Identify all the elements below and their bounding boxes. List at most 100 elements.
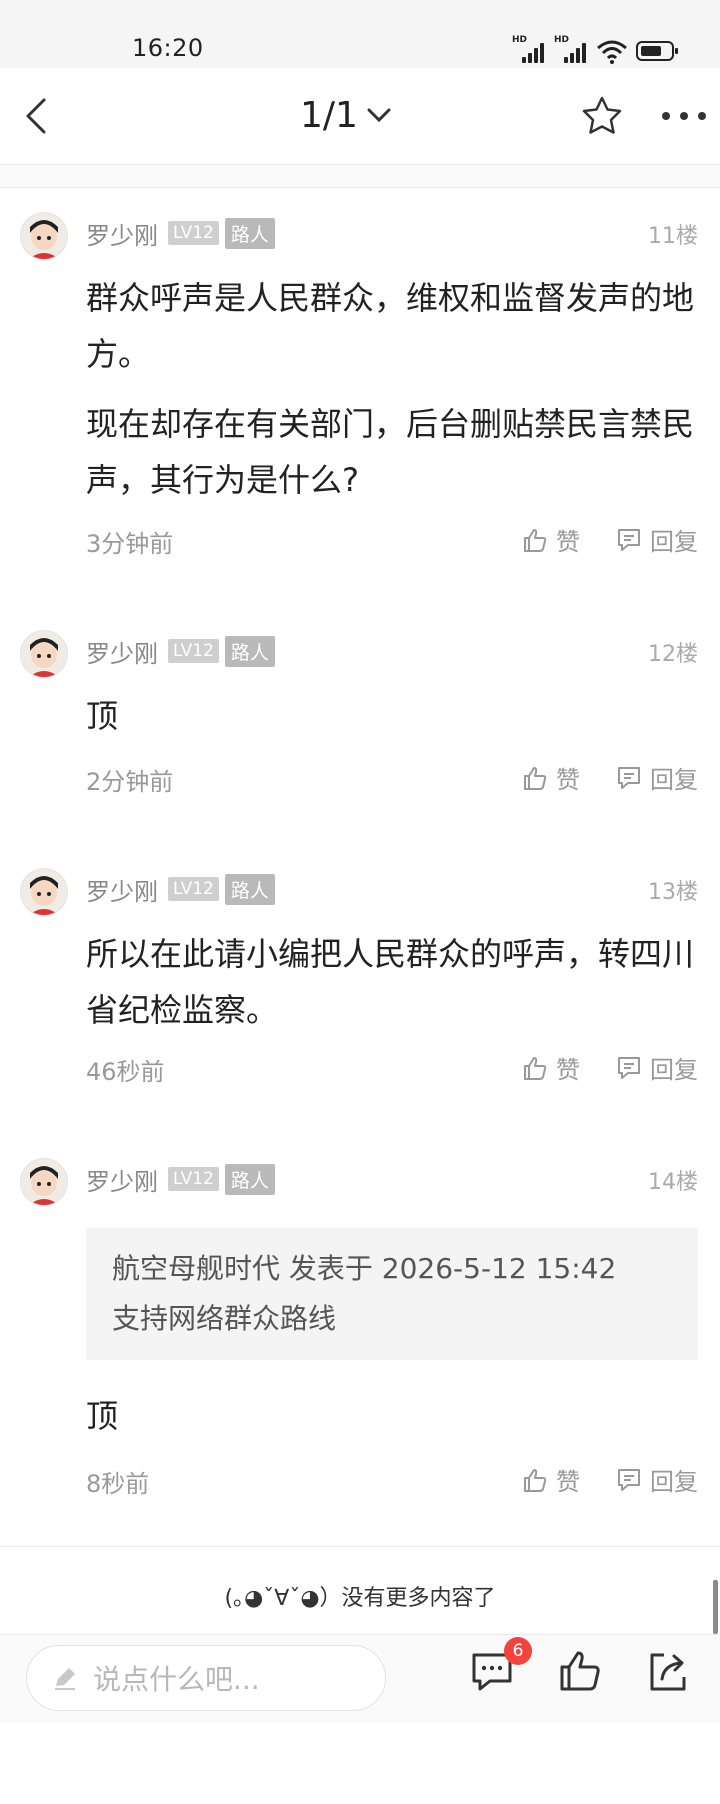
avatar[interactable] xyxy=(20,212,68,260)
post-paragraph: 顶 xyxy=(86,697,119,735)
more-icon[interactable] xyxy=(660,94,708,138)
user-info: 罗少刚 LV12 路人 xyxy=(86,872,275,906)
post-time: 8秒前 xyxy=(86,1470,150,1498)
post-content: 所以在此请小编把人民群众的呼声，转四川省纪检监察。 xyxy=(86,926,694,1038)
user-info: 罗少刚 LV12 路人 xyxy=(86,634,275,668)
bottom-spacer xyxy=(0,1723,720,1804)
reply-button[interactable]: 回复 xyxy=(616,522,698,557)
reply-button[interactable]: 回复 xyxy=(616,1462,698,1497)
post-actions: 赞 回复 xyxy=(522,760,698,795)
username[interactable]: 罗少刚 xyxy=(86,216,158,251)
reply-label: 回复 xyxy=(650,766,698,794)
avatar[interactable] xyxy=(20,868,68,916)
role-badge: 路人 xyxy=(224,217,275,249)
post-paragraph: 顶 xyxy=(86,1397,119,1435)
like-label: 赞 xyxy=(556,528,580,556)
like-label: 赞 xyxy=(556,1056,580,1084)
reply-label: 回复 xyxy=(650,1056,698,1084)
reply-label: 回复 xyxy=(650,528,698,556)
wifi-icon xyxy=(597,40,627,64)
status-icons: HD HD xyxy=(512,35,680,66)
thumbs-up-icon xyxy=(524,1056,547,1080)
post-floor-13: 罗少刚 LV12 路人 13楼 所以在此请小编把人民群众的呼声，转四川省纪检监察… xyxy=(0,844,720,1135)
post-content: 顶 xyxy=(86,688,694,744)
role-badge: 路人 xyxy=(224,635,275,667)
avatar[interactable] xyxy=(20,630,68,678)
like-button[interactable]: 赞 xyxy=(522,1462,580,1497)
floor-number: 11楼 xyxy=(648,224,698,249)
battery-icon xyxy=(636,41,678,61)
user-info: 罗少刚 LV12 路人 xyxy=(86,1162,275,1196)
star-icon[interactable] xyxy=(580,94,624,138)
post-paragraph: 群众呼声是人民群众，维权和监督发声的地方。 xyxy=(86,279,695,373)
comment-count-badge: 6 xyxy=(504,1637,532,1665)
post-actions: 赞 回复 xyxy=(522,1462,698,1497)
user-info: 罗少刚 LV12 路人 xyxy=(86,216,275,250)
level-badge: LV12 xyxy=(168,1167,219,1191)
bottom-actions: 6 xyxy=(468,1637,692,1695)
status-bar: 16:20 HD HD xyxy=(0,0,720,68)
post-paragraph: 现在却存在有关部门，后台删贴禁民言禁民声，其行为是什么? xyxy=(86,405,695,499)
divider xyxy=(0,165,720,188)
comments-button[interactable]: 6 xyxy=(468,1637,532,1695)
pencil-icon xyxy=(55,1668,75,1690)
comment-input[interactable]: 说点什么吧... xyxy=(26,1645,386,1711)
signal-icon: HD xyxy=(554,35,588,63)
thumbs-up-icon xyxy=(524,1468,547,1492)
like-label: 赞 xyxy=(556,1468,580,1496)
post-time: 2分钟前 xyxy=(86,768,174,796)
end-of-list-message: (｡◕ˇ∀ˇ◕）没有更多内容了 xyxy=(224,1586,496,1611)
role-badge: 路人 xyxy=(224,1163,275,1195)
nav-bar: 1/1 xyxy=(0,68,720,165)
quoted-post[interactable]: 航空母舰时代 发表于 2026-5-12 15:42 支持网络群众路线 xyxy=(86,1228,698,1360)
post-actions: 赞 回复 xyxy=(522,1050,698,1085)
post-floor-14: 罗少刚 LV12 路人 14楼 航空母舰时代 发表于 2026-5-12 15:… xyxy=(0,1134,720,1547)
reply-button[interactable]: 回复 xyxy=(616,1050,698,1085)
comment-icon xyxy=(618,1468,640,1491)
like-button[interactable]: 赞 xyxy=(522,1050,580,1085)
thumbs-up-icon xyxy=(524,766,547,790)
username[interactable]: 罗少刚 xyxy=(86,634,158,669)
role-badge: 路人 xyxy=(224,873,275,905)
post-time: 3分钟前 xyxy=(86,530,174,558)
username[interactable]: 罗少刚 xyxy=(86,872,158,907)
share-button[interactable] xyxy=(644,1647,692,1695)
level-badge: LV12 xyxy=(168,639,219,663)
like-label: 赞 xyxy=(556,766,580,794)
page-indicator: 1/1 xyxy=(300,94,358,136)
reply-button[interactable]: 回复 xyxy=(616,760,698,795)
comment-icon xyxy=(618,766,640,789)
avatar[interactable] xyxy=(20,1158,68,1206)
post-floor-11: 罗少刚 LV12 路人 11楼 群众呼声是人民群众，维权和监督发声的地方。 现在… xyxy=(0,188,720,607)
back-arrow-icon[interactable] xyxy=(16,94,60,138)
floor-number: 13楼 xyxy=(648,880,698,905)
post-actions: 赞 回复 xyxy=(522,522,698,557)
status-time: 16:20 xyxy=(132,34,204,62)
post-time: 46秒前 xyxy=(86,1058,165,1086)
level-badge: LV12 xyxy=(168,877,219,901)
like-post-button[interactable] xyxy=(556,1647,604,1695)
comment-icon xyxy=(618,528,640,551)
chevron-down-icon xyxy=(367,108,391,123)
post-floor-12: 罗少刚 LV12 路人 12楼 顶 2分钟前 赞 回复 xyxy=(0,606,720,845)
thumbs-up-icon xyxy=(560,1651,600,1691)
floor-number: 12楼 xyxy=(648,642,698,667)
username[interactable]: 罗少刚 xyxy=(86,1162,158,1197)
page-selector[interactable]: 1/1 xyxy=(300,90,392,140)
thumbs-up-icon xyxy=(524,528,547,552)
comment-placeholder: 说点什么吧... xyxy=(93,1663,260,1696)
level-badge: LV12 xyxy=(168,221,219,245)
nav-actions xyxy=(580,94,708,138)
post-content: 群众呼声是人民群众，维权和监督发声的地方。 现在却存在有关部门，后台删贴禁民言禁… xyxy=(86,270,694,508)
signal-icon: HD xyxy=(512,35,546,63)
like-button[interactable]: 赞 xyxy=(522,760,580,795)
quote-meta: 航空母舰时代 发表于 2026-5-12 15:42 xyxy=(112,1252,617,1285)
floor-number: 14楼 xyxy=(648,1170,698,1195)
scrollbar[interactable] xyxy=(713,1580,718,1634)
reply-label: 回复 xyxy=(650,1468,698,1496)
comment-icon xyxy=(618,1056,640,1079)
share-icon xyxy=(650,1653,686,1691)
post-paragraph: 所以在此请小编把人民群众的呼声，转四川省纪检监察。 xyxy=(86,935,695,1029)
like-button[interactable]: 赞 xyxy=(522,522,580,557)
bottom-bar: 说点什么吧... 6 xyxy=(0,1634,720,1723)
